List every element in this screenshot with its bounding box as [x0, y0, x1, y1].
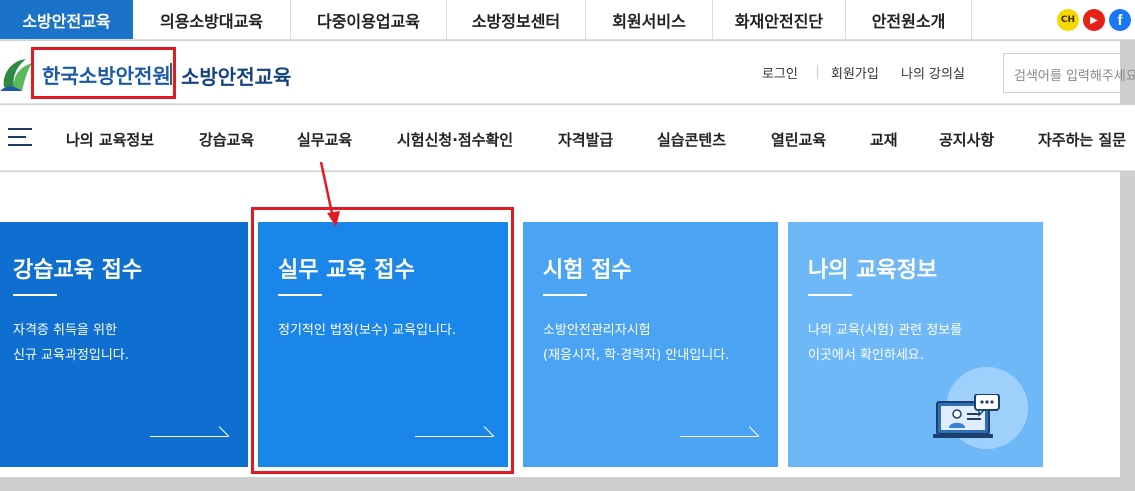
- nav-practice-content[interactable]: 실습콘텐츠: [657, 129, 726, 150]
- signup-link[interactable]: 회원가입: [831, 63, 879, 82]
- org-logo-icon[interactable]: [0, 55, 34, 93]
- nav-exam-apply-score[interactable]: 시험신청·점수확인: [397, 129, 513, 150]
- site-tab-volunteer-fire-education[interactable]: 의용소방대교육: [133, 0, 291, 39]
- card-title-underline: [543, 294, 587, 296]
- highlight-box-org-name: [31, 47, 176, 99]
- card-description: 소방안전관리자시험 (재응시자, 학·경력자) 안내입니다.: [543, 323, 730, 363]
- nav-notice[interactable]: 공지사항: [939, 129, 994, 150]
- card-title: 나의 교육정보: [808, 258, 938, 283]
- card-training-course-apply[interactable]: 강습교육 접수 자격증 취득을 위한 신규 교육과정입니다.: [0, 222, 248, 467]
- card-my-education-info[interactable]: 나의 교육정보 나의 교육(시험) 관련 정보를 이곳에서 확인하세요.: [788, 222, 1043, 467]
- site-tab-fire-safety-education[interactable]: 소방안전교육: [0, 0, 133, 39]
- nav-certificate-issue[interactable]: 자격발급: [558, 129, 613, 150]
- my-classroom-link[interactable]: 나의 강의실: [901, 63, 965, 82]
- site-tab-about[interactable]: 안전원소개: [846, 0, 972, 39]
- card-description: 나의 교육(시험) 관련 정보를 이곳에서 확인하세요.: [808, 323, 963, 363]
- kakao-channel-icon[interactable]: CH: [1057, 9, 1079, 31]
- site-header: 한국소방안전원 소방안전교육 로그인 회원가입 나의 강의실 검색어를 입력해주…: [0, 41, 1135, 104]
- site-tab-fire-safety-diagnosis[interactable]: 화재안전진단: [713, 0, 846, 39]
- card-title: 강습교육 접수: [13, 258, 143, 283]
- card-title-underline: [808, 294, 852, 296]
- nav-my-education-info[interactable]: 나의 교육정보: [66, 129, 154, 150]
- login-link[interactable]: 로그인: [762, 63, 798, 82]
- card-description: 자격증 취득을 위한 신규 교육과정입니다.: [13, 323, 129, 363]
- card-exam-apply[interactable]: 시험 접수 소방안전관리자시험 (재응시자, 학·경력자) 안내입니다.: [523, 222, 778, 467]
- facebook-icon[interactable]: f: [1109, 9, 1131, 31]
- nav-practical-course[interactable]: 실무교육: [297, 129, 352, 150]
- social-links: CH ▶ f: [1057, 0, 1135, 40]
- menu-hamburger-icon[interactable]: [8, 128, 32, 148]
- nav-training-course[interactable]: 강습교육: [199, 129, 254, 150]
- card-title-underline: [13, 294, 57, 296]
- online-lecture-icon: [933, 394, 1000, 438]
- highlight-box-practical-course-card: [251, 207, 514, 474]
- site-brand-title[interactable]: 소방안전교육: [181, 61, 291, 90]
- main-content: 강습교육 접수 자격증 취득을 위한 신규 교육과정입니다. 실무 교육 접수 …: [0, 172, 1120, 477]
- card-title: 시험 접수: [543, 258, 632, 283]
- site-tab-fire-info-center[interactable]: 소방정보센터: [447, 0, 586, 39]
- site-tab-multiuse-business-education[interactable]: 다중이용업교육: [291, 0, 447, 39]
- nav-open-education[interactable]: 열린교육: [771, 129, 826, 150]
- youtube-icon[interactable]: ▶: [1083, 9, 1105, 31]
- search-input[interactable]: 검색어를 입력해주세요: [1003, 53, 1135, 93]
- right-arrow-icon: [680, 423, 760, 437]
- util-divider: [817, 65, 818, 79]
- site-topbar: 소방안전교육 의용소방대교육 다중이용업교육 소방정보센터 회원서비스 화재안전…: [0, 0, 1135, 40]
- main-nav: 나의 교육정보 강습교육 실무교육 시험신청·점수확인 자격발급 실습콘텐츠 열…: [0, 105, 1135, 171]
- right-arrow-icon: [150, 423, 230, 437]
- site-tab-member-service[interactable]: 회원서비스: [586, 0, 713, 39]
- nav-textbook[interactable]: 교재: [870, 129, 898, 150]
- nav-faq[interactable]: 자주하는 질문: [1038, 129, 1126, 150]
